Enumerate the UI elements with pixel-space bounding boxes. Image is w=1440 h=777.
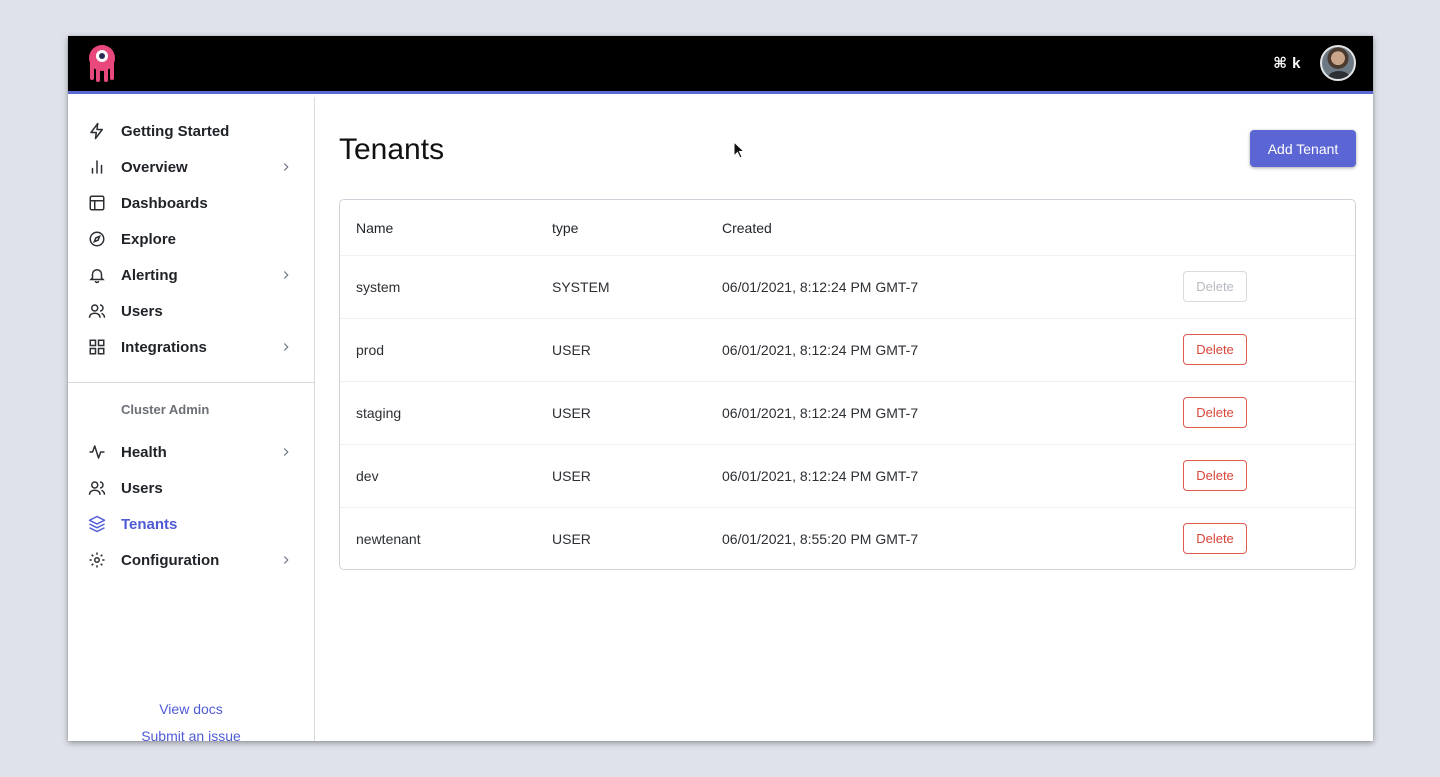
sidebar-item-health[interactable]: Health [88,438,293,466]
sidebar-item-label: Dashboards [121,194,208,212]
submit-issue-link[interactable]: Submit an issue [68,728,314,741]
tenant-name: newtenant [356,531,421,547]
tenant-type: USER [552,342,591,358]
command-shortcut[interactable]: ⌘ k [1273,54,1301,72]
sidebar-item-admin-users[interactable]: Users [88,474,293,502]
tenant-type: USER [552,531,591,547]
compass-icon [88,230,106,248]
tenant-name: staging [356,405,402,421]
app-window: ⌘ k Getting Started Overview Dashboards … [68,36,1373,741]
sidebar-item-overview[interactable]: Overview [88,153,293,181]
chevron-right-icon [283,448,289,456]
chevron-right-icon [283,556,289,564]
bar-chart-icon [88,158,106,176]
users-icon [88,302,106,320]
sidebar-item-label: Users [121,479,163,497]
table-row: dev USER 06/01/2021, 8:12:24 PM GMT-7 De… [340,444,1355,507]
chevron-right-icon [283,163,289,171]
tenant-created: 06/01/2021, 8:12:24 PM GMT-7 [722,468,919,484]
bolt-icon [88,122,106,140]
tenant-name: prod [356,342,385,358]
top-bar: ⌘ k [68,36,1373,94]
sidebar-item-configuration[interactable]: Configuration [88,546,293,574]
column-header-name: Name [356,220,394,236]
sidebar-item-dashboards[interactable]: Dashboards [88,189,293,217]
tenant-created: 06/01/2021, 8:12:24 PM GMT-7 [722,279,919,295]
page-title: Tenants [339,133,445,166]
delete-button[interactable]: Delete [1183,523,1247,554]
sidebar-item-explore[interactable]: Explore [88,225,293,253]
activity-icon [88,443,106,461]
main-content: Tenants Add Tenant Name type Created sys… [316,97,1373,741]
sidebar-item-label: Getting Started [121,122,230,140]
tenant-created: 06/01/2021, 8:55:20 PM GMT-7 [722,531,919,547]
sidebar-item-label: Health [121,443,167,461]
table-row: staging USER 06/01/2021, 8:12:24 PM GMT-… [340,381,1355,444]
octopus-logo-icon[interactable] [86,44,118,84]
sidebar-item-label: Configuration [121,551,220,569]
sidebar-item-integrations[interactable]: Integrations [88,333,293,361]
mouse-cursor-icon [733,141,745,159]
users-icon [88,479,106,497]
sidebar-item-label: Users [121,302,163,320]
tenant-type: SYSTEM [552,279,610,295]
table-row: newtenant USER 06/01/2021, 8:55:20 PM GM… [340,507,1355,569]
tenant-name: dev [356,468,379,484]
tenant-type: USER [552,405,591,421]
tenant-created: 06/01/2021, 8:12:24 PM GMT-7 [722,405,919,421]
gear-icon [88,551,106,569]
sidebar-item-label: Integrations [121,338,207,356]
delete-button[interactable]: Delete [1183,460,1247,491]
sidebar-item-tenants[interactable]: Tenants [88,510,293,538]
sidebar-item-label: Explore [121,230,177,248]
dashboard-icon [88,194,106,212]
sidebar-item-alerting[interactable]: Alerting [88,261,293,289]
sidebar-item-users[interactable]: Users [88,297,293,325]
column-header-type: type [552,220,579,236]
layers-icon [88,515,106,533]
sidebar: Getting Started Overview Dashboards Expl… [68,97,315,741]
add-tenant-button[interactable]: Add Tenant [1250,130,1356,167]
sidebar-item-label: Overview [121,158,188,176]
tenant-type: USER [552,468,591,484]
chevron-right-icon [283,271,289,279]
tenants-table: Name type Created system SYSTEM 06/01/20… [339,199,1356,570]
view-docs-link[interactable]: View docs [68,701,314,717]
chevron-right-icon [283,343,289,351]
table-row: prod USER 06/01/2021, 8:12:24 PM GMT-7 D… [340,318,1355,381]
sidebar-divider [68,382,314,383]
bell-icon [88,266,106,284]
column-header-created: Created [722,220,772,236]
grid-icon [88,338,106,356]
sidebar-item-label: Tenants [121,515,178,533]
sidebar-item-getting-started[interactable]: Getting Started [88,117,293,145]
delete-button[interactable]: Delete [1183,334,1247,365]
delete-button[interactable]: Delete [1183,397,1247,428]
avatar[interactable] [1320,45,1356,81]
sidebar-item-label: Alerting [121,266,178,284]
tenant-created: 06/01/2021, 8:12:24 PM GMT-7 [722,342,919,358]
tenant-name: system [356,279,401,295]
delete-button: Delete [1183,271,1247,302]
table-row: system SYSTEM 06/01/2021, 8:12:24 PM GMT… [340,255,1355,318]
section-title-cluster-admin: Cluster Admin [121,402,210,417]
table-header: Name type Created [340,200,1355,255]
